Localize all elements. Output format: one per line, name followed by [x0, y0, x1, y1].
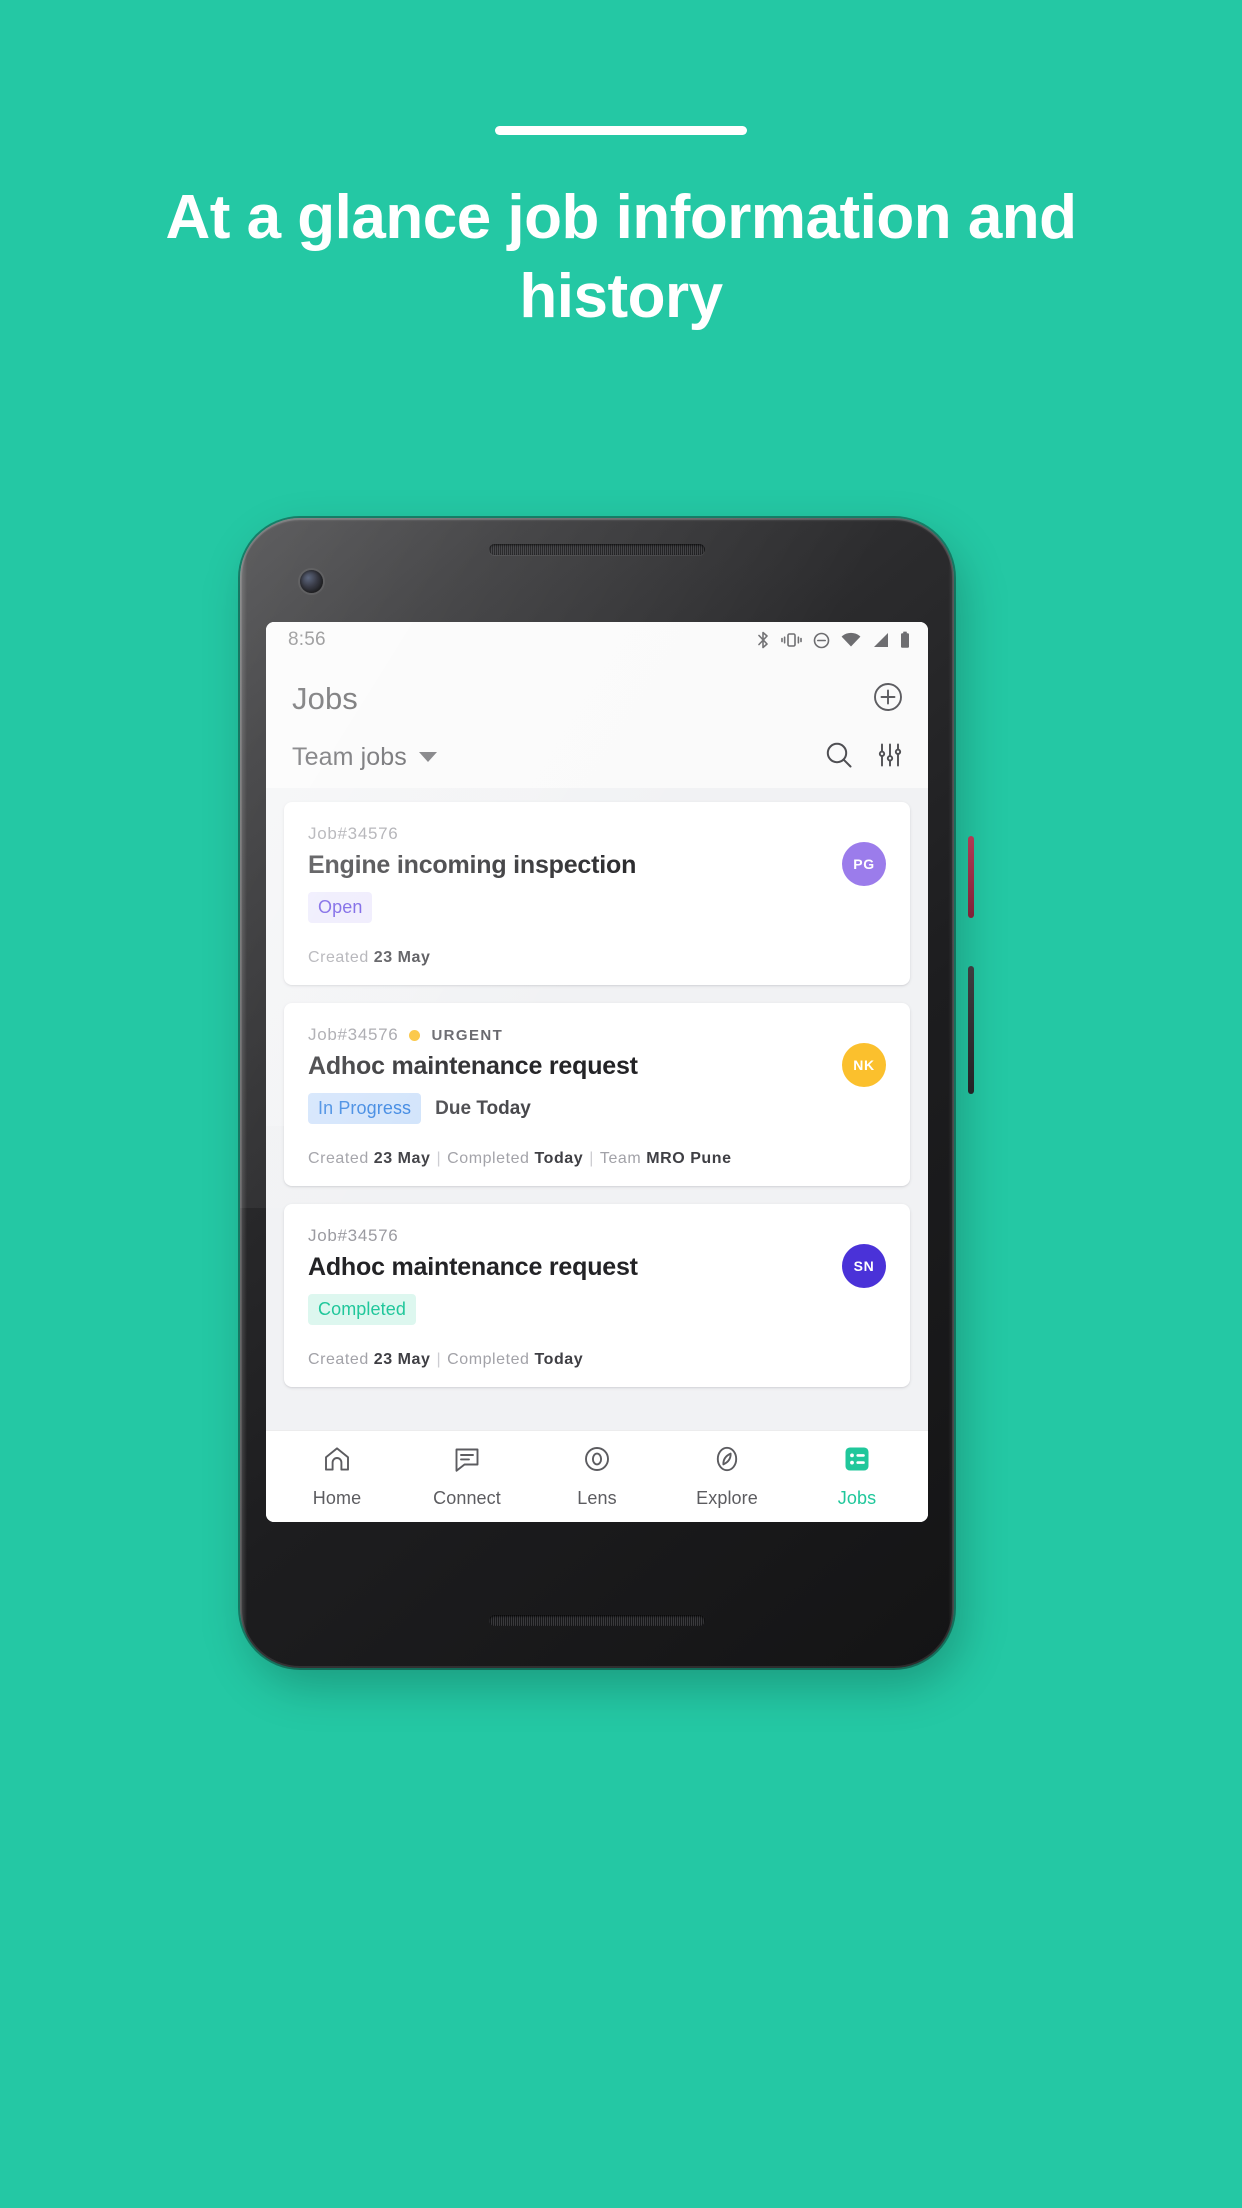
phone-screen: 8:56 Jobs Team jobs Job#34576 Engine inc…	[266, 622, 928, 1522]
urgent-dot-icon	[409, 1029, 421, 1041]
footer-value: MRO Pune	[646, 1150, 732, 1167]
footer-label: Created	[308, 1150, 374, 1167]
nav-item-label: Explore	[696, 1488, 758, 1508]
chat-icon	[452, 1444, 482, 1479]
job-list[interactable]: Job#34576 Engine incoming inspection Open C…	[266, 788, 928, 1430]
bluetooth-icon	[756, 631, 770, 649]
search-icon	[824, 740, 854, 775]
app-bar-top-row: Jobs	[292, 672, 904, 726]
footer-value: 23 May	[373, 1150, 431, 1167]
job-scope-dropdown[interactable]: Team jobs	[292, 743, 437, 772]
list-icon	[842, 1444, 872, 1479]
do-not-disturb-icon	[813, 632, 830, 649]
job-card[interactable]: Job#34576 URGENT Adhoc maintenance request…	[284, 1003, 910, 1186]
status-bar: 8:56	[266, 622, 928, 658]
avatar[interactable]: SN	[842, 1244, 886, 1288]
nav-item-label: Connect	[433, 1488, 501, 1508]
earpiece-speaker	[489, 544, 705, 555]
job-meta-row: Job#34576 URGENT	[308, 1025, 820, 1045]
avatar[interactable]: PG	[842, 842, 886, 886]
nav-item-label: Jobs	[837, 1488, 877, 1508]
job-card[interactable]: Job#34576 Adhoc maintenance request Comple…	[284, 1204, 910, 1387]
footer-label: Created	[308, 949, 374, 966]
chevron-down-icon	[418, 752, 437, 762]
compass-icon	[712, 1444, 742, 1479]
footer-label: Completed	[447, 1150, 535, 1167]
job-title: Adhoc maintenance request	[308, 1052, 638, 1080]
nav-item-home[interactable]: Home	[272, 1444, 402, 1509]
footer-separator: |	[589, 1150, 594, 1167]
wifi-icon	[841, 632, 861, 648]
vibrate-icon	[781, 631, 802, 649]
phone-power-button[interactable]	[968, 836, 974, 918]
home-icon	[322, 1444, 352, 1479]
avatar[interactable]: NK	[842, 1043, 886, 1087]
footer-separator: |	[436, 1351, 442, 1368]
filter-tune-icon	[876, 741, 904, 774]
job-card-content: Job#34576 Engine incoming inspection Open	[308, 824, 886, 923]
job-meta-row: Job#34576	[308, 824, 820, 844]
job-status-row: Completed	[308, 1294, 820, 1325]
search-button[interactable]	[824, 740, 854, 775]
footer-value: 23 May	[373, 1351, 431, 1368]
plus-circle-icon	[872, 681, 904, 718]
status-badge: Open	[308, 892, 373, 923]
app-bar: Jobs Team jobs	[266, 658, 928, 788]
job-id: Job#34576	[308, 1025, 399, 1044]
battery-icon	[900, 631, 910, 649]
cellular-signal-icon	[872, 632, 889, 648]
job-title: Adhoc maintenance request	[308, 1253, 638, 1281]
page-title: Jobs	[292, 681, 358, 716]
job-status-row: In Progress Due Today	[308, 1093, 820, 1124]
phone-edge-highlight-right	[946, 518, 954, 1668]
job-meta-row: Job#34576	[308, 1226, 820, 1246]
phone-edge-highlight-left	[240, 518, 250, 1668]
job-id: Job#34576	[308, 1226, 399, 1245]
job-status-row: Open	[308, 892, 820, 923]
job-footer-meta: Created 23 May | Completed Today	[308, 1351, 886, 1369]
filter-bar: Team jobs	[292, 726, 904, 788]
add-job-button[interactable]	[872, 681, 904, 718]
status-badge: Completed	[308, 1294, 416, 1325]
filter-bar-actions	[824, 740, 904, 775]
nav-item-label: Lens	[577, 1488, 617, 1508]
status-bar-icons	[756, 631, 910, 649]
footer-value: 23 May	[373, 949, 431, 966]
job-due-label: Due Today	[435, 1097, 531, 1119]
job-footer-meta: Created 23 May | Completed Today | Team MRO …	[308, 1150, 886, 1168]
job-card[interactable]: Job#34576 Engine incoming inspection Open C…	[284, 802, 910, 985]
job-title: Engine incoming inspection	[308, 851, 637, 879]
footer-label: Created	[308, 1351, 374, 1368]
phone-body: 8:56 Jobs Team jobs Job#34576 Engine inc…	[240, 518, 954, 1668]
job-scope-label: Team jobs	[292, 742, 407, 771]
nav-item-explore[interactable]: Explore	[662, 1444, 792, 1509]
promo-divider-rule	[495, 126, 747, 135]
phone-mockup: 8:56 Jobs Team jobs Job#34576 Engine inc…	[240, 518, 974, 1686]
job-footer-meta: Created 23 May	[308, 949, 886, 967]
footer-label: Completed	[447, 1351, 535, 1368]
promo-screenshot: At a glance job information and history …	[0, 0, 1242, 2208]
bottom-navigation-bar: Home Connect Lens Explore Jobs	[266, 1430, 928, 1522]
footer-value: Today	[534, 1351, 584, 1368]
nav-item-jobs[interactable]: Jobs	[792, 1444, 922, 1509]
footer-label: Team	[599, 1150, 647, 1167]
promo-headline: At a glance job information and history	[165, 183, 1077, 331]
job-card-content: Job#34576 URGENT Adhoc maintenance request…	[308, 1025, 886, 1124]
footer-separator: |	[436, 1150, 442, 1167]
nav-item-lens[interactable]: Lens	[532, 1444, 662, 1509]
nav-item-label: Home	[312, 1488, 362, 1508]
front-camera	[300, 570, 323, 593]
footer-value: Today	[534, 1150, 584, 1167]
nav-item-connect[interactable]: Connect	[402, 1444, 532, 1509]
lens-icon	[582, 1444, 612, 1479]
status-badge: In Progress	[308, 1093, 422, 1124]
status-bar-clock: 8:56	[288, 629, 326, 650]
job-card-content: Job#34576 Adhoc maintenance request Comple…	[308, 1226, 886, 1325]
phone-volume-button[interactable]	[968, 966, 974, 1094]
filter-button[interactable]	[876, 741, 904, 774]
priority-label: URGENT	[431, 1026, 504, 1044]
job-id: Job#34576	[308, 824, 399, 843]
bottom-speaker-grille	[489, 1615, 705, 1626]
